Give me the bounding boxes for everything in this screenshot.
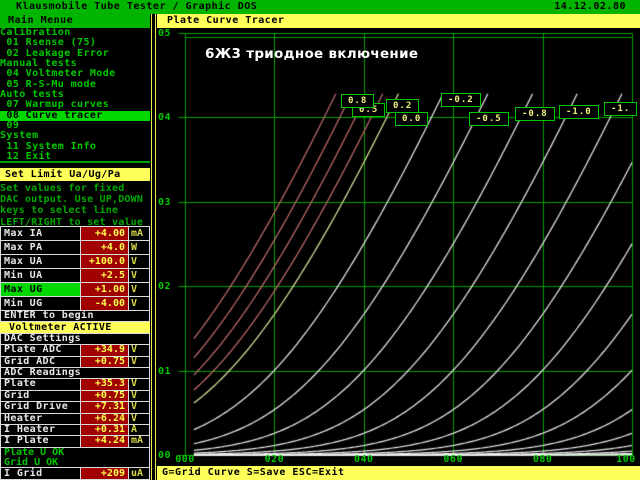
plate-curves-canvas	[157, 0, 640, 466]
row-max-ua: Max UA +100.0 V	[0, 254, 150, 269]
row-value[interactable]: +6.24	[80, 413, 129, 424]
chart-title: 6Ж3 триодное включение	[205, 46, 419, 62]
row-value[interactable]: +0.31	[80, 424, 129, 436]
row-label: Plate ADC	[4, 345, 62, 356]
row-unit: uA	[131, 467, 144, 479]
row-value[interactable]: +4.24	[80, 435, 129, 447]
row-label: I Grid	[4, 467, 43, 479]
row-unit: mA	[131, 435, 144, 447]
row-unit: V	[131, 298, 138, 309]
curve-label--1.0: -1.0	[559, 105, 599, 119]
menu-item-12-exit[interactable]: 12 Exit	[0, 151, 150, 162]
set-limit-header: Set Limit Ua/Ug/Pa	[0, 168, 150, 181]
row-unit: A	[131, 423, 138, 435]
enter-prompt: ENTER to begin	[0, 310, 150, 323]
row-value[interactable]: +0.75	[80, 390, 129, 402]
row-value[interactable]: +1.00	[80, 283, 129, 296]
row-value[interactable]: +34.9	[80, 344, 129, 356]
y-tick-label: 01	[158, 365, 172, 377]
row-unit: V	[131, 389, 138, 401]
row-label: Plate	[4, 379, 37, 390]
x-tick-label: 100	[616, 454, 636, 465]
row-label: Min UG	[4, 298, 43, 309]
row-value[interactable]: +7.31	[80, 401, 129, 413]
x-tick-label: 040	[354, 454, 374, 465]
x-tick-label: 000	[175, 454, 195, 465]
x-tick-label: 060	[443, 454, 463, 465]
row-label: Min UA	[4, 270, 43, 281]
curve-label-0.2: 0.2	[386, 99, 420, 113]
row-unit: V	[131, 378, 138, 390]
row-label: I Plate	[4, 436, 49, 447]
row-max-ug: Max UG +1.00 V	[0, 282, 150, 297]
row-i-grid: I Grid +209 uA	[0, 466, 150, 480]
row-value[interactable]: -4.00	[80, 297, 129, 310]
help-line: DAC output. Use UP,DOWN	[0, 194, 144, 206]
row-label: Max UG	[1, 283, 80, 296]
curve-label--0.5: -0.5	[469, 112, 509, 126]
frame-line-right	[155, 14, 156, 480]
row-value[interactable]: +4.0	[80, 241, 129, 254]
frame-line-left	[151, 14, 152, 480]
curve-label-0.8: 0.8	[341, 94, 375, 108]
row-unit: V	[131, 344, 138, 356]
status-bar[interactable]: G=Grid Curve S=Save ESC=Exit	[157, 466, 640, 480]
row-value[interactable]: +0.75	[80, 356, 129, 367]
row-unit: V	[131, 355, 138, 367]
y-tick-label: 05	[158, 28, 172, 39]
help-line: Set values for fixed	[0, 183, 125, 194]
menu-item-08-curve-tracer[interactable]: 08 Curve tracer	[0, 110, 150, 122]
row-unit: V	[131, 270, 138, 281]
row-unit: mA	[131, 228, 144, 239]
row-unit: V	[131, 256, 138, 267]
y-tick-label: 04	[158, 112, 172, 124]
row-unit: V	[131, 401, 138, 413]
row-max-pa: Max PA +4.0 W	[0, 240, 150, 255]
row-label: I Heater	[4, 424, 56, 435]
x-tick-label: 020	[264, 454, 285, 465]
row-label: Max UA	[4, 256, 43, 267]
main-menu: Calibration 01 Rsense (75) 02 Leakage Er…	[0, 27, 150, 163]
y-tick-label: 02	[158, 281, 172, 293]
row-label: Grid	[4, 390, 30, 401]
row-label: Max PA	[4, 242, 43, 253]
y-tick-label: 03	[158, 196, 172, 208]
row-min-ua: Min UA +2.5 V	[0, 268, 150, 283]
power-ok-box: Plate U OK Grid U OK	[0, 446, 150, 468]
sidebar-header: Main Menue	[0, 14, 150, 28]
row-label: Heater	[4, 413, 43, 424]
row-label: Grid Drive	[4, 402, 69, 413]
row-value[interactable]: +2.5	[80, 269, 129, 282]
help-line: keys to select line	[0, 205, 119, 217]
row-max-ia: Max IA +4.00 mA	[0, 226, 150, 241]
curve-label--1.: -1.	[604, 102, 638, 116]
tube-tester-screen: Klausmobile Tube Tester / Graphic DOS 14…	[0, 0, 640, 480]
row-min-ug: Min UG -4.00 V	[0, 296, 150, 311]
x-tick-label: 080	[532, 454, 553, 465]
row-unit: V	[131, 412, 138, 424]
help-text: Set values for fixed DAC output. Use UP,D…	[0, 183, 152, 228]
settings-rows: Max IA +4.00 mA Max PA +4.0 W Max UA +100.0 V Min…	[0, 226, 150, 480]
row-unit: V	[131, 284, 138, 295]
curve-label-0.0: 0.0	[395, 112, 429, 126]
row-label: Grid ADC	[4, 356, 56, 367]
row-unit: W	[131, 242, 138, 253]
row-value[interactable]: +209	[80, 467, 129, 479]
row-value[interactable]: +35.3	[80, 378, 129, 390]
curve-label--0.2: -0.2	[441, 93, 481, 107]
curve-label--0.8: -0.8	[515, 107, 555, 121]
row-label: Max IA	[4, 228, 43, 239]
row-value[interactable]: +4.00	[80, 227, 129, 240]
row-value[interactable]: +100.0	[80, 255, 129, 268]
